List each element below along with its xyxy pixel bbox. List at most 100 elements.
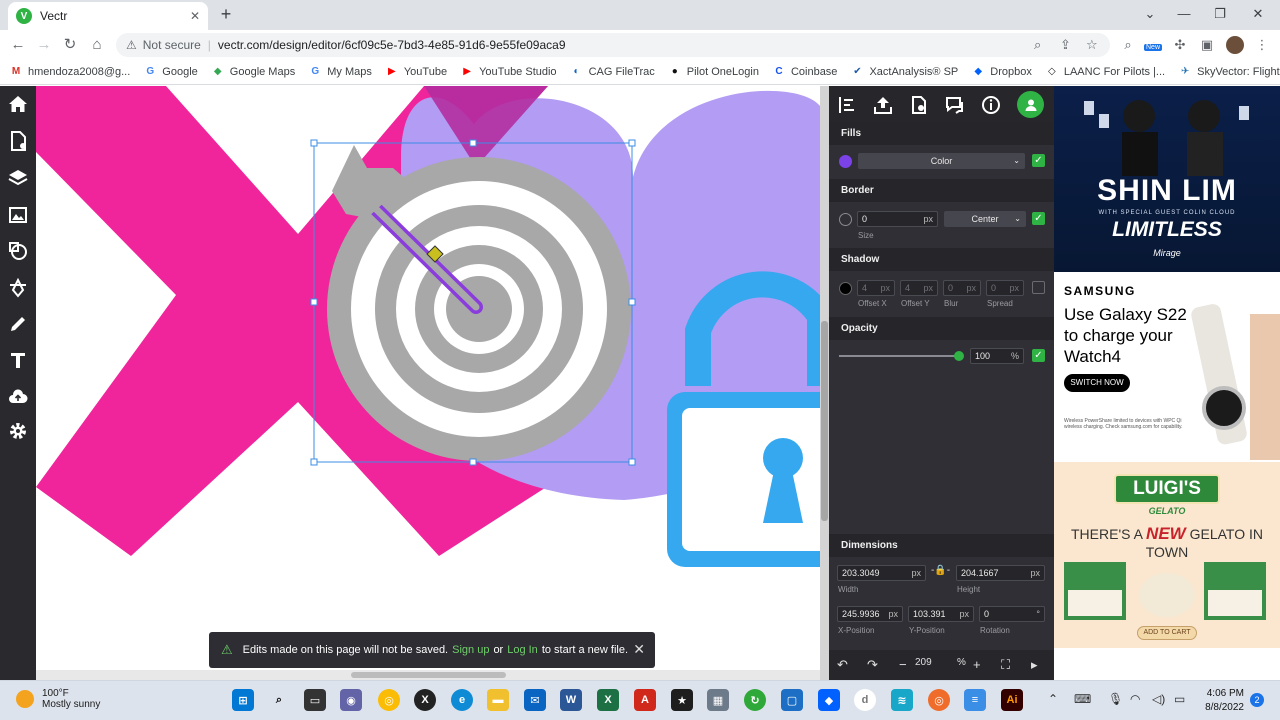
shadow-blur-input[interactable]: 0 px	[943, 280, 981, 296]
y-position-input[interactable]: 103.391 px	[908, 606, 974, 622]
shadow-enabled-checkbox[interactable]	[1032, 281, 1045, 294]
resize-handle-top[interactable]	[469, 139, 477, 147]
minimize-icon[interactable]: —	[1174, 4, 1194, 24]
fit-to-screen-icon[interactable]: ⛶	[1001, 657, 1010, 673]
bookmark-item[interactable]: ◆ Google Maps	[212, 66, 295, 78]
user-account-icon[interactable]	[1017, 91, 1044, 118]
weather-widget[interactable]: 100°F Mostly sunny	[16, 688, 100, 710]
export-icon[interactable]	[871, 93, 895, 117]
illustrator-icon[interactable]: Ai	[1001, 689, 1023, 711]
align-icon[interactable]	[835, 93, 859, 117]
excel-icon[interactable]: X	[597, 689, 619, 711]
resize-handle-top-left[interactable]	[310, 139, 318, 147]
word-icon[interactable]: W	[560, 689, 582, 711]
window-app-icon[interactable]: ▢	[781, 689, 803, 711]
url-text[interactable]: vectr.com/design/editor/6cf09c5e-7bd3-4e…	[218, 38, 566, 52]
volume-icon[interactable]: ◁)	[1152, 692, 1165, 706]
keyboard-icon[interactable]: ⌨	[1074, 692, 1091, 706]
zoom-icon[interactable]: ⌕	[1034, 37, 1041, 53]
tab-search-icon[interactable]: ⌄	[1140, 4, 1160, 24]
dropbox-icon[interactable]: ◆	[818, 689, 840, 711]
resize-handle-bottom-right[interactable]	[628, 458, 636, 466]
microphone-icon[interactable]: 🎙	[1108, 692, 1123, 706]
bookmark-item[interactable]: ✔ XactAnalysis® SP	[851, 66, 958, 78]
add-to-cart-button[interactable]: ADD TO CART	[1137, 626, 1197, 640]
share-icon[interactable]: ⇪	[1060, 37, 1071, 53]
zoom-out-icon[interactable]: −	[899, 657, 907, 672]
mail-icon[interactable]: ✉	[524, 689, 546, 711]
bookmark-star-icon[interactable]: ☆	[1086, 37, 1098, 53]
chrome-icon[interactable]: ◎	[378, 689, 400, 711]
search-icon[interactable]: ⌕	[268, 689, 290, 711]
task-view-icon[interactable]: ▭	[304, 689, 326, 711]
border-position-dropdown[interactable]: Center ⌄	[944, 211, 1026, 227]
resize-handle-left[interactable]	[310, 298, 318, 306]
resize-handle-bottom-left[interactable]	[310, 458, 318, 466]
border-enabled-checkbox[interactable]: ✓	[1032, 212, 1045, 225]
browser-tab[interactable]: V Vectr ✕	[8, 2, 208, 30]
share-link-icon[interactable]	[907, 93, 931, 117]
back-icon[interactable]: ←	[8, 35, 28, 55]
ad-samsung[interactable]: SAMSUNG Use Galaxy S22 to charge your Wa…	[1054, 274, 1280, 460]
close-window-icon[interactable]: ✕	[1248, 4, 1268, 24]
acrobat-icon[interactable]: A	[634, 689, 656, 711]
search-extension-icon[interactable]: ⌕	[1120, 37, 1136, 53]
media-app-icon[interactable]: ★	[671, 689, 693, 711]
border-color-swatch[interactable]	[839, 213, 852, 226]
bookmark-item[interactable]: ▶ YouTube	[386, 66, 447, 78]
shadow-color-swatch[interactable]	[839, 282, 852, 295]
text-tool-icon[interactable]	[6, 348, 30, 372]
file-explorer-icon[interactable]: ▬	[487, 689, 509, 711]
circle-app-icon[interactable]: ◎	[928, 689, 950, 711]
bookmark-item[interactable]: ◆ Dropbox	[972, 66, 1031, 78]
shadow-offset-x-input[interactable]: 4 px	[857, 280, 895, 296]
bookmark-item[interactable]: G My Maps	[309, 66, 372, 78]
pen-tool-icon[interactable]	[6, 276, 30, 300]
close-icon[interactable]: ✕	[633, 641, 645, 658]
border-size-input[interactable]: 0 px	[857, 211, 938, 227]
horizontal-scroll-thumb[interactable]	[351, 672, 506, 678]
horizontal-scrollbar[interactable]	[36, 670, 820, 680]
new-page-icon[interactable]	[6, 129, 30, 153]
opacity-enabled-checkbox[interactable]: ✓	[1032, 349, 1045, 362]
bookmark-item[interactable]: Mhmendoza2008@g...	[10, 66, 130, 78]
image-icon[interactable]	[6, 203, 30, 227]
wifi-icon[interactable]: ◠	[1130, 692, 1140, 706]
height-input[interactable]: 204.1667 px	[956, 565, 1045, 581]
redo-icon[interactable]: ↷	[867, 657, 878, 673]
wifi-app-icon[interactable]: ≋	[891, 689, 913, 711]
fill-enabled-checkbox[interactable]: ✓	[1032, 154, 1045, 167]
bookmark-item[interactable]: ▶ YouTube Studio	[461, 66, 556, 78]
zoom-in-icon[interactable]: +	[973, 657, 981, 672]
sidebar-icon[interactable]: ▣	[1199, 37, 1215, 53]
tray-chevron-icon[interactable]: ⌃	[1048, 692, 1058, 706]
new-tab-button[interactable]: +	[216, 4, 236, 24]
settings-gear-icon[interactable]	[6, 419, 30, 443]
rotation-input[interactable]: 0 °	[979, 606, 1045, 622]
design-canvas[interactable]	[36, 86, 820, 680]
forward-icon[interactable]: →	[34, 35, 54, 55]
info-icon[interactable]	[979, 93, 1003, 117]
browser-menu-icon[interactable]: ⋮	[1254, 37, 1270, 53]
ad-shin-lim[interactable]: SHIN LIM WITH SPECIAL GUEST COLIN CLOUD …	[1054, 86, 1280, 272]
bookmark-item[interactable]: ◇ LAANC For Pilots |...	[1046, 66, 1165, 78]
layers-icon[interactable]	[6, 166, 30, 190]
notepad-icon[interactable]: ≡	[964, 689, 986, 711]
shadow-spread-input[interactable]: 0 px	[986, 280, 1024, 296]
fill-color-swatch[interactable]	[839, 155, 852, 168]
resize-handle-top-right[interactable]	[628, 139, 636, 147]
notification-badge[interactable]: 2	[1250, 693, 1264, 707]
undo-icon[interactable]: ↶	[837, 657, 848, 673]
app-icon[interactable]: ▦	[707, 689, 729, 711]
teams-chat-icon[interactable]: ◉	[340, 689, 362, 711]
opacity-slider-track[interactable]	[839, 351, 964, 361]
shadow-offset-y-input[interactable]: 4 px	[900, 280, 938, 296]
ad-luigis-gelato[interactable]: LUIGI'S GELATO THERE'S A NEW GELATO IN T…	[1054, 462, 1280, 648]
cloud-upload-icon[interactable]	[6, 384, 30, 408]
d-app-icon[interactable]: d	[854, 689, 876, 711]
log-in-link[interactable]: Log In	[507, 644, 538, 656]
bookmark-item[interactable]: ✈ SkyVector: Flight Pl...	[1179, 66, 1280, 78]
home-icon[interactable]: ⌂	[87, 35, 107, 55]
restore-icon[interactable]: ❐	[1210, 4, 1230, 24]
reload-icon[interactable]: ↻	[60, 35, 80, 55]
